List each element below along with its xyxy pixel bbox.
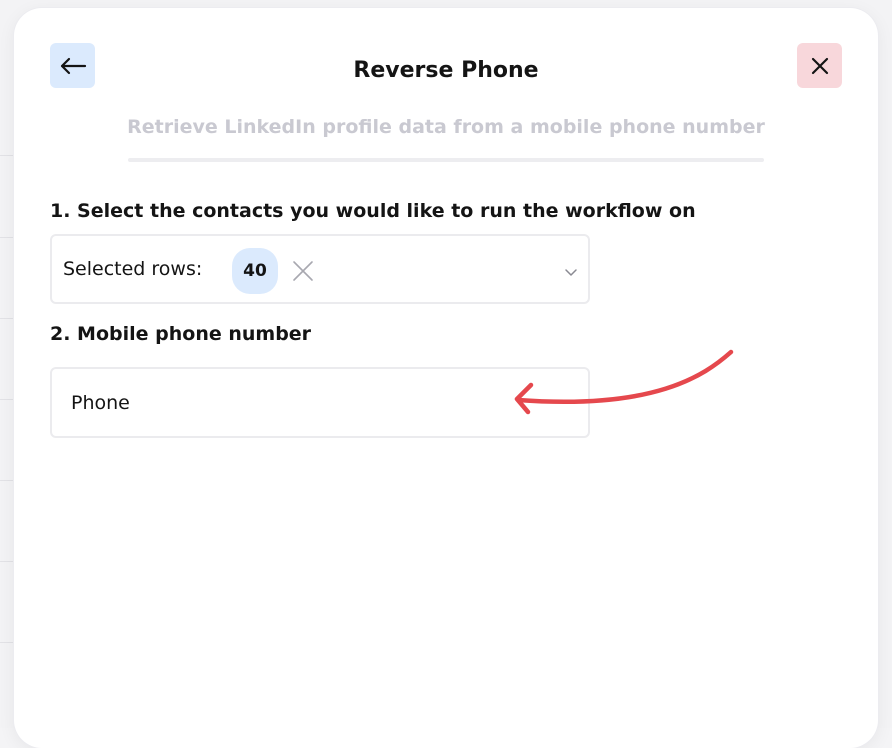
close-icon	[811, 57, 828, 74]
mobile-phone-field-value: Phone	[71, 392, 130, 414]
step2-label: 2. Mobile phone number	[50, 323, 312, 345]
annotation-arrow	[514, 349, 734, 415]
contacts-select[interactable]: Selected rows: 40	[50, 234, 590, 304]
mobile-phone-field[interactable]: Phone	[50, 367, 590, 438]
select-label: Selected rows:	[63, 258, 203, 280]
close-icon[interactable]	[292, 260, 314, 282]
subtitle-divider	[128, 158, 764, 162]
reverse-phone-modal: Reverse Phone Retrieve LinkedIn profile …	[14, 8, 878, 748]
close-button[interactable]	[797, 43, 842, 88]
selected-count-badge: 40	[232, 248, 278, 294]
modal-subtitle: Retrieve LinkedIn profile data from a mo…	[127, 116, 765, 138]
step1-label: 1. Select the contacts you would like to…	[50, 200, 696, 222]
modal-title: Reverse Phone	[353, 58, 539, 83]
chevron-down-icon[interactable]	[564, 266, 578, 278]
